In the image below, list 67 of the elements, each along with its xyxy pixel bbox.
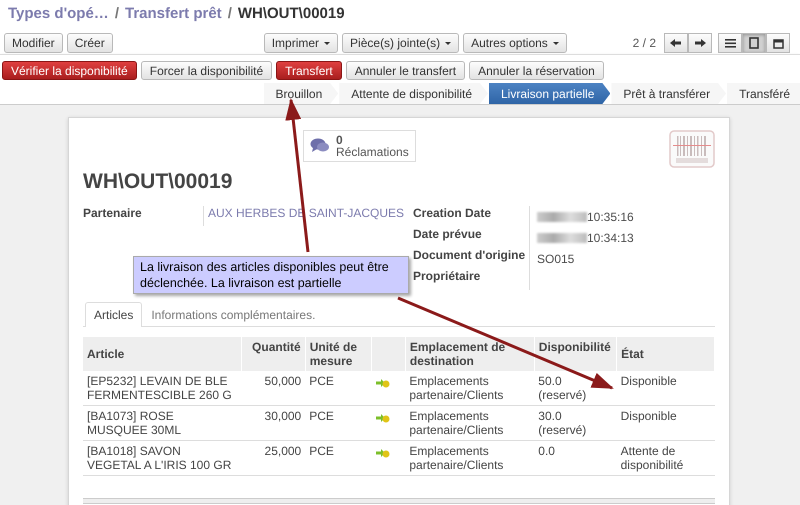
breadcrumb-link[interactable]: Transfert prêt [124, 4, 222, 22]
table-cell: 30,000 [264, 409, 302, 423]
status-stage[interactable]: Prêt à transférer [611, 83, 726, 104]
action-button[interactable]: Annuler la réservation [469, 61, 604, 80]
breadcrumb-separator: / [114, 4, 119, 22]
table-cell: 50.0 (reservé) [538, 374, 586, 402]
action-button[interactable]: Annuler le transfert [346, 61, 466, 80]
table-cell: [BA1073] ROSE MUSQUEE 30ML [87, 409, 182, 437]
table-cell: 30.0 (reservé) [538, 409, 586, 437]
table-cell: 50,000 [264, 374, 302, 388]
field-value: SO015 [537, 252, 574, 266]
previous-button[interactable] [664, 33, 688, 53]
field-label: Document d'origine [413, 248, 526, 264]
reclamations-button[interactable]: 0 Réclamations [303, 130, 416, 162]
arrow-right-icon [694, 38, 706, 48]
dropdown-button[interactable]: Pièce(s) jointe(s) [342, 33, 460, 53]
action-button[interactable]: Forcer la disponibilité [140, 61, 272, 80]
form-icon [749, 37, 759, 49]
annotation-note: La livraison des articles disponibles peut être déclenchée. La livraison est partielle [133, 256, 409, 294]
field-label: Creation Date [413, 206, 492, 222]
pager-counter: 2 / 2 [632, 36, 656, 50]
table-cell: Disponible [620, 409, 677, 423]
table-cell: [BA1018] SAVON VEGETAL A L'IRIS 100 GR [87, 444, 232, 472]
table-cell: 25,000 [264, 444, 302, 458]
route-arrow-icon [376, 413, 390, 423]
action-button[interactable]: Transfert [276, 61, 342, 80]
record-title: WH\OUT\00019 [83, 170, 234, 194]
table-cell: Disponible [620, 374, 677, 388]
status-stage[interactable]: Brouillon [264, 83, 338, 104]
table-cell: PCE [309, 374, 334, 388]
form-tab[interactable]: Articles [85, 302, 142, 327]
toolbar-button[interactable]: Modifier [4, 33, 63, 53]
field-label: Date prévue [413, 227, 483, 243]
dropdown-button[interactable]: Autres options [463, 33, 567, 53]
list-view-button[interactable] [718, 33, 742, 53]
table-cell: 0.0 [538, 444, 555, 458]
dropdown-button[interactable]: Imprimer [264, 33, 338, 53]
table-cell: PCE [309, 444, 334, 458]
field-value: 10:34:13 [587, 230, 634, 244]
next-button[interactable] [688, 33, 712, 53]
list-icon [724, 38, 736, 48]
field-label: Propriétaire [413, 269, 482, 285]
arrow-left-icon [670, 38, 682, 48]
form-tab[interactable]: Informations complémentaires. [142, 302, 324, 327]
table-cell: PCE [309, 409, 334, 423]
table-cell: Emplacements partenaire/Clients [409, 374, 504, 402]
calendar-view-button[interactable] [766, 33, 790, 53]
status-stage[interactable]: Transféré [727, 83, 800, 104]
form-view-button[interactable] [742, 33, 766, 53]
breadcrumb-current: WH\OUT\00019 [238, 4, 345, 22]
action-button[interactable]: Vérifier la disponibilité [2, 61, 137, 80]
field-value: 10:35:16 [587, 210, 634, 224]
route-arrow-icon [376, 448, 390, 458]
table-cell: Emplacements partenaire/Clients [409, 409, 504, 437]
barcode-icon [669, 130, 715, 168]
route-arrow-icon [376, 378, 390, 388]
status-stage[interactable]: Livraison partielle [489, 83, 610, 104]
table-cell: Emplacements partenaire/Clients [409, 444, 504, 472]
status-stage[interactable]: Attente de disponibilité [339, 83, 488, 104]
table-cell: [EP5232] LEVAIN DE BLE FERMENTESCIBLE 260 G [87, 374, 232, 402]
field-label: Partenaire [83, 206, 143, 222]
chat-bubbles-icon [310, 138, 330, 154]
calendar-icon [772, 38, 784, 48]
breadcrumb-link[interactable]: Types d'opé… [8, 4, 109, 22]
table-cell: Attente de disponibilité [620, 444, 684, 472]
breadcrumb-separator: / [228, 4, 232, 22]
toolbar-button[interactable]: Créer [66, 33, 113, 53]
